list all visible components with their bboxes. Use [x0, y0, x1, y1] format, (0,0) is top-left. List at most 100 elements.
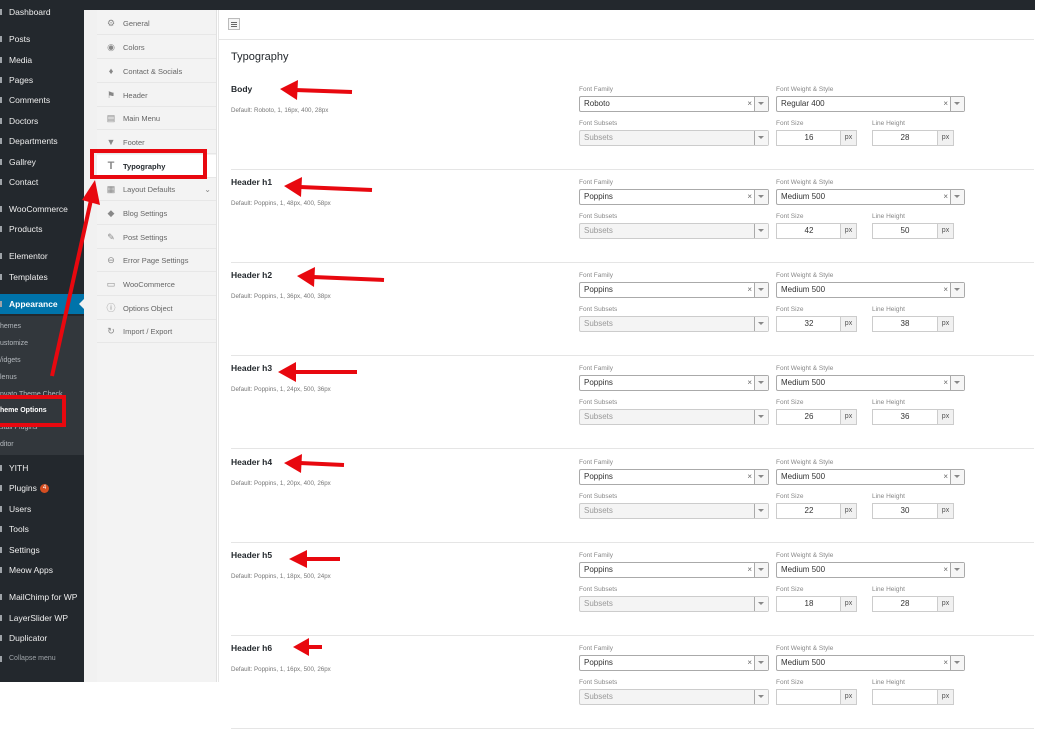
chevron-down-icon[interactable] [754, 690, 768, 704]
menu-posts[interactable]: Posts [0, 29, 84, 49]
chevron-down-icon[interactable] [754, 224, 768, 238]
chevron-down-icon[interactable] [754, 376, 768, 390]
chevron-down-icon[interactable] [950, 97, 964, 111]
font-size-input[interactable]: 22 px [776, 503, 857, 519]
clear-icon[interactable]: × [747, 563, 752, 577]
clear-icon[interactable]: × [747, 283, 752, 297]
font-subsets-select[interactable]: Subsets [579, 596, 769, 612]
font-weight-select[interactable]: Medium 500 × [776, 282, 965, 298]
menu-elementor[interactable]: Elementor [0, 246, 84, 266]
clear-icon[interactable]: × [943, 656, 948, 670]
options-tab-blog-settings[interactable]: ◆ Blog Settings [97, 202, 216, 225]
line-height-input[interactable]: px [872, 689, 954, 705]
font-subsets-select[interactable]: Subsets [579, 316, 769, 332]
font-size-input[interactable]: 32 px [776, 316, 857, 332]
chevron-down-icon[interactable] [754, 410, 768, 424]
clear-icon[interactable]: × [747, 376, 752, 390]
options-tab-woocommerce[interactable]: ▭ WooCommerce [97, 273, 216, 296]
options-tab-general[interactable]: ⚙ General [97, 12, 216, 35]
menu-pages[interactable]: Pages [0, 70, 84, 90]
expand-options-button[interactable] [228, 18, 240, 30]
line-height-input[interactable]: 38 px [872, 316, 954, 332]
font-family-select[interactable]: Roboto × [579, 96, 769, 112]
menu-users[interactable]: Users [0, 499, 84, 519]
clear-icon[interactable]: × [747, 470, 752, 484]
line-height-input[interactable]: 36 px [872, 409, 954, 425]
chevron-down-icon[interactable] [950, 563, 964, 577]
font-subsets-select[interactable]: Subsets [579, 223, 769, 239]
chevron-down-icon[interactable] [754, 656, 768, 670]
font-family-select[interactable]: Poppins × [579, 189, 769, 205]
menu-woocommerce[interactable]: WooCommerce [0, 199, 84, 219]
menu-dashboard[interactable]: Dashboard [0, 2, 84, 22]
chevron-down-icon[interactable] [950, 656, 964, 670]
options-tab-main-menu[interactable]: ▤ Main Menu [97, 107, 216, 130]
chevron-down-icon[interactable] [950, 470, 964, 484]
clear-icon[interactable]: × [747, 656, 752, 670]
font-weight-select[interactable]: Medium 500 × [776, 655, 965, 671]
line-height-input[interactable]: 28 px [872, 130, 954, 146]
font-subsets-select[interactable]: Subsets [579, 689, 769, 705]
chevron-down-icon[interactable] [754, 131, 768, 145]
font-family-select[interactable]: Poppins × [579, 562, 769, 578]
font-size-input[interactable]: 26 px [776, 409, 857, 425]
line-height-input[interactable]: 28 px [872, 596, 954, 612]
menu-appearance[interactable]: Appearance [0, 294, 84, 314]
font-size-input[interactable]: 42 px [776, 223, 857, 239]
font-weight-select[interactable]: Medium 500 × [776, 469, 965, 485]
chevron-down-icon[interactable] [950, 283, 964, 297]
line-height-input[interactable]: 50 px [872, 223, 954, 239]
font-weight-select[interactable]: Medium 500 × [776, 562, 965, 578]
font-weight-select[interactable]: Medium 500 × [776, 189, 965, 205]
font-weight-select[interactable]: Medium 500 × [776, 375, 965, 391]
font-family-select[interactable]: Poppins × [579, 282, 769, 298]
menu-departments[interactable]: Departments [0, 131, 84, 151]
submenu-customize[interactable]: ustomize [0, 335, 84, 352]
chevron-down-icon[interactable] [754, 597, 768, 611]
options-tab-header[interactable]: ⚑ Header [97, 84, 216, 107]
chevron-down-icon[interactable] [950, 190, 964, 204]
menu-comments[interactable]: Comments [0, 90, 84, 110]
options-tab-colors[interactable]: ◉ Colors [97, 36, 216, 59]
submenu-editor[interactable]: ditor [0, 436, 84, 453]
line-height-input[interactable]: 30 px [872, 503, 954, 519]
font-subsets-select[interactable]: Subsets [579, 503, 769, 519]
options-tab-layout-defaults[interactable]: ▦ Layout Defaults ⌄ [97, 178, 216, 201]
clear-icon[interactable]: × [943, 563, 948, 577]
options-tab-post-settings[interactable]: ✎ Post Settings [97, 226, 216, 249]
menu-meow-apps[interactable]: Meow Apps [0, 560, 84, 580]
menu-settings[interactable]: Settings [0, 540, 84, 560]
clear-icon[interactable]: × [943, 470, 948, 484]
chevron-down-icon[interactable] [754, 470, 768, 484]
menu-doctors[interactable]: Doctors [0, 111, 84, 131]
chevron-down-icon[interactable] [754, 563, 768, 577]
menu-mailchimp[interactable]: MailChimp for WP [0, 587, 84, 607]
options-tab-options-object[interactable]: ⓘ Options Object [97, 297, 216, 320]
options-tab-import-export[interactable]: ↻ Import / Export [97, 320, 216, 343]
menu-duplicator[interactable]: Duplicator [0, 628, 84, 648]
submenu-widgets[interactable]: /idgets [0, 352, 84, 369]
font-family-select[interactable]: Poppins × [579, 469, 769, 485]
clear-icon[interactable]: × [943, 283, 948, 297]
clear-icon[interactable]: × [747, 190, 752, 204]
chevron-down-icon[interactable] [754, 504, 768, 518]
chevron-down-icon[interactable] [754, 283, 768, 297]
clear-icon[interactable]: × [943, 376, 948, 390]
font-family-select[interactable]: Poppins × [579, 375, 769, 391]
menu-media[interactable]: Media [0, 50, 84, 70]
submenu-menus[interactable]: lenus [0, 369, 84, 386]
chevron-down-icon[interactable] [754, 190, 768, 204]
submenu-themes[interactable]: hemes [0, 318, 84, 335]
options-tab-error-page[interactable]: ⊖ Error Page Settings [97, 249, 216, 272]
menu-contact[interactable]: Contact [0, 172, 84, 192]
font-size-input[interactable]: 16 px [776, 130, 857, 146]
menu-tools[interactable]: Tools [0, 519, 84, 539]
chevron-down-icon[interactable] [754, 97, 768, 111]
chevron-down-icon[interactable] [950, 376, 964, 390]
options-tab-contact-socials[interactable]: ♦ Contact & Socials [97, 60, 216, 83]
menu-plugins[interactable]: Plugins 4 [0, 478, 84, 498]
menu-yith[interactable]: YITH [0, 458, 84, 478]
font-weight-select[interactable]: Regular 400 × [776, 96, 965, 112]
font-size-input[interactable]: px [776, 689, 857, 705]
menu-templates[interactable]: Templates [0, 267, 84, 287]
